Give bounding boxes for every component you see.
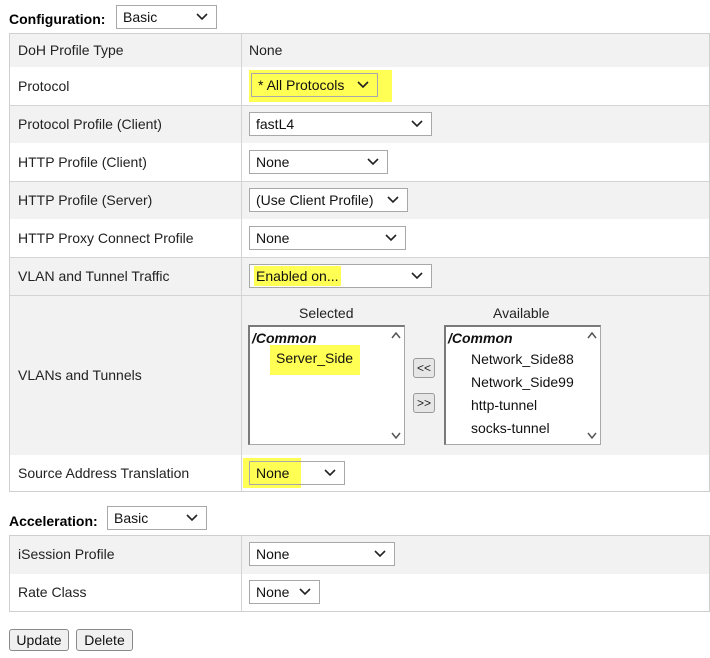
protocol-label: Protocol (18, 78, 70, 94)
isession-profile-select[interactable]: None (249, 542, 395, 566)
http-profile-client-label: HTTP Profile (Client) (18, 154, 147, 170)
row-http-profile-server: HTTP Profile (Server) (Use Client Profil… (10, 181, 709, 220)
source-address-translation-label: Source Address Translation (18, 465, 190, 481)
configuration-panel: DoH Profile Type None Protocol * All Pro… (9, 33, 710, 492)
available-item-socks-tunnel[interactable]: socks-tunnel (471, 420, 550, 436)
isession-profile-value: None (256, 546, 290, 562)
scroll-up-arrow-icon (587, 332, 597, 339)
configuration-title: Configuration: (9, 11, 106, 27)
available-item-network-side88[interactable]: Network_Side88 (471, 351, 574, 367)
row-http-proxy-connect-profile: HTTP Proxy Connect Profile None (10, 219, 709, 258)
configuration-mode-value: Basic (123, 9, 158, 25)
isession-profile-label: iSession Profile (18, 546, 115, 562)
acceleration-mode-value: Basic (114, 510, 149, 526)
row-rate-class: Rate Class None (10, 574, 709, 611)
rate-class-value: None (256, 584, 290, 600)
acceleration-title: Acceleration: (9, 513, 98, 529)
scroll-up-arrow-icon (391, 332, 401, 339)
rate-class-select[interactable]: None (249, 580, 320, 604)
protocol-select[interactable]: * All Protocols (251, 73, 378, 97)
row-protocol-profile-client: Protocol Profile (Client) fastL4 (10, 105, 709, 144)
http-proxy-connect-profile-select[interactable]: None (249, 226, 406, 250)
available-listbox[interactable]: /Common Network_Side88 Network_Side99 ht… (444, 325, 601, 445)
rate-class-label: Rate Class (18, 584, 87, 600)
http-proxy-connect-profile-value: None (256, 230, 290, 246)
row-vlan-tunnel-traffic: VLAN and Tunnel Traffic Enabled on... (10, 257, 709, 296)
move-left-button[interactable]: << (413, 358, 435, 378)
protocol-profile-client-label: Protocol Profile (Client) (18, 116, 162, 132)
row-isession-profile: iSession Profile None (10, 536, 709, 575)
chevron-down-icon (367, 151, 379, 173)
available-scrollbar[interactable] (583, 327, 600, 444)
row-doh-profile-type: DoH Profile Type None (10, 34, 709, 68)
available-header: Available (493, 305, 550, 321)
chevron-down-icon (411, 113, 423, 135)
chevron-down-icon (324, 462, 336, 484)
vlan-tunnel-traffic-select[interactable]: Enabled on... (249, 264, 432, 288)
doh-profile-type-value: None (249, 42, 283, 58)
available-item-network-side99[interactable]: Network_Side99 (471, 374, 574, 390)
http-profile-server-select[interactable]: (Use Client Profile) (249, 188, 408, 212)
selected-listbox[interactable]: /Common Server_Side (248, 325, 405, 445)
chevron-down-icon (196, 6, 208, 28)
chevron-down-icon (385, 227, 397, 249)
row-vlans-and-tunnels: VLANs and Tunnels Selected Available /Co… (10, 295, 709, 456)
row-http-profile-client: HTTP Profile (Client) None (10, 143, 709, 182)
chevron-down-icon (374, 543, 386, 565)
selected-header: Selected (299, 305, 354, 321)
vlan-tunnel-traffic-value: Enabled on... (254, 266, 341, 286)
selected-scrollbar[interactable] (387, 327, 404, 444)
acceleration-panel: iSession Profile None Rate Class None (9, 535, 710, 612)
chevron-down-icon (299, 581, 311, 603)
scroll-down-arrow-icon (391, 432, 401, 439)
http-profile-client-select[interactable]: None (249, 150, 388, 174)
available-group-label: /Common (448, 330, 513, 346)
http-proxy-connect-profile-label: HTTP Proxy Connect Profile (18, 230, 194, 246)
delete-button[interactable]: Delete (76, 629, 133, 651)
row-protocol: Protocol * All Protocols (10, 67, 709, 106)
protocol-value: * All Protocols (258, 77, 345, 93)
vlan-tunnel-traffic-label: VLAN and Tunnel Traffic (18, 268, 170, 284)
chevron-down-icon (411, 265, 423, 287)
vlans-and-tunnels-label: VLANs and Tunnels (18, 367, 142, 383)
http-profile-client-value: None (256, 154, 290, 170)
protocol-profile-client-value: fastL4 (256, 116, 295, 132)
source-address-translation-select[interactable]: None (249, 461, 345, 485)
scroll-down-arrow-icon (587, 432, 597, 439)
selected-item-server-side[interactable]: Server_Side (276, 350, 353, 366)
move-right-button[interactable]: >> (413, 393, 435, 413)
chevron-down-icon (186, 507, 198, 529)
http-profile-server-label: HTTP Profile (Server) (18, 192, 153, 208)
selected-group-label: /Common (252, 330, 317, 346)
source-address-translation-value: None (256, 465, 290, 481)
row-source-address-translation: Source Address Translation None (10, 455, 709, 491)
acceleration-mode-select[interactable]: Basic (107, 506, 207, 530)
update-button[interactable]: Update (9, 629, 69, 651)
chevron-down-icon (357, 74, 369, 96)
protocol-profile-client-select[interactable]: fastL4 (249, 112, 432, 136)
available-item-http-tunnel[interactable]: http-tunnel (471, 397, 537, 413)
http-profile-server-value: (Use Client Profile) (256, 192, 374, 208)
configuration-mode-select[interactable]: Basic (116, 5, 217, 29)
doh-profile-type-label: DoH Profile Type (18, 42, 124, 58)
chevron-down-icon (387, 189, 399, 211)
